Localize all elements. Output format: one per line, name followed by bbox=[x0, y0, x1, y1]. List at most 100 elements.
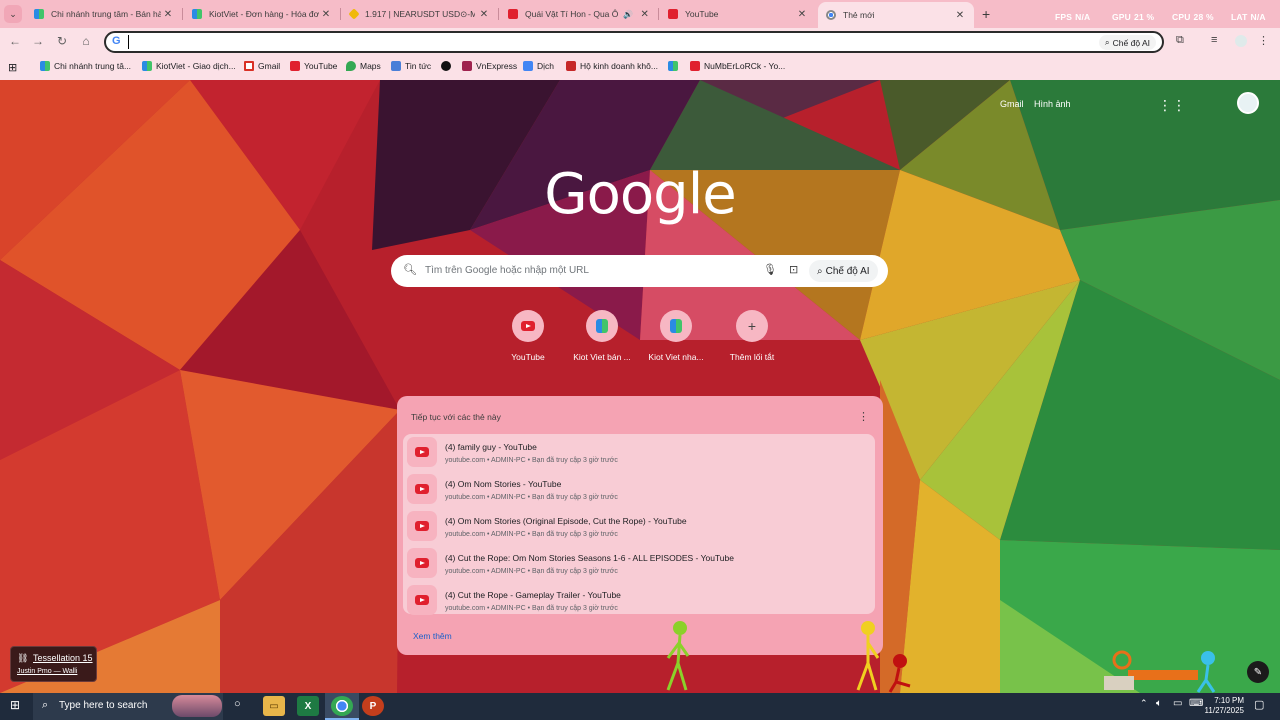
system-clock[interactable]: 7:10 PM 11/27/2025 bbox=[1205, 696, 1244, 716]
notification-icon[interactable]: ▢ bbox=[1254, 698, 1264, 711]
tab-youtube[interactable]: YouTube ✕ bbox=[660, 3, 816, 25]
youtube-icon bbox=[508, 9, 518, 19]
bookmark-vnexpress[interactable]: VnExpress bbox=[462, 61, 517, 71]
home-icon[interactable]: ⌂ bbox=[79, 34, 93, 48]
bookmark-gmail[interactable]: Gmail bbox=[244, 61, 280, 71]
item-title: (4) Om Nom Stories (Original Episode, Cu… bbox=[445, 516, 687, 526]
network-icon[interactable]: ▭ bbox=[1173, 698, 1182, 709]
windows-start-icon[interactable]: ⊞ bbox=[10, 698, 20, 712]
extensions-puzzle-icon[interactable]: ⧉ bbox=[1176, 34, 1184, 47]
forward-arrow-icon[interactable]: → bbox=[31, 34, 45, 48]
youtube-icon bbox=[407, 585, 437, 615]
bookmark-numberlorck[interactable]: NuMbErLoRCk - Yo... bbox=[690, 61, 785, 71]
bookmark-github[interactable] bbox=[441, 61, 451, 71]
bookmark-kiotviet-giao-dich[interactable]: KiotViet - Giao dịch... bbox=[142, 61, 236, 71]
stick-figure-green bbox=[666, 621, 690, 691]
ai-mode-button[interactable]: ⌕ Chế độ AI bbox=[809, 260, 878, 282]
now-playing-wallpaper-card[interactable]: ⛓︎ Tessellation 15 Justin Pmo — Walli bbox=[10, 646, 97, 682]
kebab-menu-icon[interactable]: ⋮ bbox=[858, 410, 869, 423]
gmail-link[interactable]: Gmail bbox=[1000, 99, 1024, 109]
new-tab-button[interactable]: + bbox=[982, 6, 990, 22]
clock-time: 7:10 PM bbox=[1214, 696, 1244, 705]
bookmark-maps[interactable]: Maps bbox=[346, 61, 381, 71]
taskbar-search-placeholder: Type here to search bbox=[59, 700, 148, 711]
see-more-link[interactable]: Xem thêm bbox=[413, 631, 452, 641]
shortcut-label: Kiot Viet nha... bbox=[648, 352, 704, 362]
youtube-icon bbox=[512, 310, 544, 342]
apps-grid-icon[interactable]: ⊞ bbox=[8, 61, 17, 74]
plus-icon: + bbox=[982, 6, 991, 22]
images-link[interactable]: Hình ảnh bbox=[1034, 99, 1071, 109]
wallpaper-title[interactable]: Tessellation 15 bbox=[33, 653, 93, 663]
tab-kiotviet-branch[interactable]: Chi nhánh trung tâm - Bán hàng ✕ bbox=[26, 3, 182, 25]
list-item[interactable]: (4) family guy - YouTube youtube.com • A… bbox=[403, 434, 875, 470]
bookmark-chi-nhanh[interactable]: Chi nhánh trung tâ... bbox=[40, 61, 131, 71]
back-arrow-icon[interactable]: ← bbox=[8, 34, 22, 48]
shortcut-add[interactable]: + Thêm lối tắt bbox=[712, 310, 792, 362]
cpu-readout: CPU 28 % bbox=[1172, 12, 1214, 22]
chrome-icon[interactable] bbox=[331, 696, 353, 716]
microphone-icon[interactable]: 🎙︎ bbox=[763, 263, 777, 276]
shortcut-youtube[interactable]: YouTube bbox=[488, 310, 568, 362]
account-avatar[interactable] bbox=[1237, 92, 1259, 114]
list-item[interactable]: (4) Om Nom Stories - YouTube youtube.com… bbox=[403, 471, 875, 507]
shortcut-kiotviet-ban[interactable]: Kiot Viet bán ... bbox=[562, 310, 642, 362]
list-item[interactable]: (4) Cut the Rope: Om Nom Stories Seasons… bbox=[403, 545, 875, 581]
close-icon[interactable]: ✕ bbox=[954, 10, 966, 21]
search-placeholder[interactable]: Tìm trên Google hoặc nhập một URL bbox=[425, 265, 589, 276]
clock-date: 11/27/2025 bbox=[1204, 706, 1244, 715]
item-title: (4) family guy - YouTube bbox=[445, 442, 537, 452]
youtube-icon bbox=[407, 474, 437, 504]
bookmark-ho-kinh-doanh[interactable]: Hộ kinh doanh khô... bbox=[566, 61, 658, 71]
volume-icon[interactable]: 🔈︎ bbox=[1156, 698, 1162, 709]
wallpaper-artist[interactable]: Justin Pmo — Walli bbox=[17, 668, 77, 675]
customize-pencil-icon[interactable]: ✎ bbox=[1247, 661, 1269, 683]
youtube-icon bbox=[407, 548, 437, 578]
chevron-up-icon[interactable]: ⌃ bbox=[1140, 698, 1148, 709]
search-box[interactable]: 🔍︎ Tìm trên Google hoặc nhập một URL 🎙︎ … bbox=[391, 255, 888, 287]
vnexpress-icon bbox=[462, 61, 472, 71]
file-explorer-icon[interactable]: ▭ bbox=[263, 696, 285, 716]
bookmark-kiotviet[interactable] bbox=[668, 61, 678, 71]
kiotviet-icon bbox=[40, 61, 50, 71]
tab-binance-nearusdt[interactable]: 1.917 | NEARUSDT USD⊙-Marg ✕ bbox=[342, 3, 498, 25]
document-icon bbox=[566, 61, 576, 71]
close-icon[interactable]: ✕ bbox=[162, 9, 174, 20]
close-icon[interactable]: ✕ bbox=[796, 9, 808, 20]
search-highlight-image[interactable] bbox=[172, 695, 222, 717]
shortcut-label: Thêm lối tắt bbox=[729, 352, 775, 362]
kiotviet-icon bbox=[660, 310, 692, 342]
language-icon[interactable]: ⌨ bbox=[1189, 698, 1203, 709]
google-apps-icon[interactable]: ⋮⋮ bbox=[1158, 97, 1186, 114]
address-input[interactable] bbox=[128, 35, 1028, 49]
media-controls-icon[interactable]: ≡ bbox=[1211, 34, 1217, 46]
reload-icon[interactable]: ↻ bbox=[55, 34, 69, 48]
kebab-menu-icon[interactable]: ⋮ bbox=[1258, 34, 1269, 47]
list-item[interactable]: (4) Om Nom Stories (Original Episode, Cu… bbox=[403, 508, 875, 544]
close-icon[interactable]: ✕ bbox=[478, 9, 490, 20]
lens-camera-icon[interactable]: ⊡ bbox=[789, 263, 798, 276]
speaker-icon[interactable]: 🔊 bbox=[623, 10, 633, 19]
tab-search-menu-button[interactable]: ⌄ bbox=[4, 5, 22, 23]
bookmark-dich[interactable]: Dịch bbox=[523, 61, 554, 71]
close-icon[interactable]: ✕ bbox=[320, 9, 332, 20]
address-bar[interactable]: G ⌕ Chế độ AI bbox=[104, 31, 1164, 53]
excel-icon[interactable]: X bbox=[297, 696, 319, 716]
powerpoint-icon[interactable]: P bbox=[362, 696, 384, 716]
tab-new-tab[interactable]: Thẻ mới ✕ bbox=[818, 2, 974, 28]
shortcut-kiotviet-nha[interactable]: Kiot Viet nha... bbox=[636, 310, 716, 362]
tab-quai-vat-ti-hon[interactable]: Quái Vật Tí Hon - Qua Ô Cửa 🔊 ✕ bbox=[500, 3, 658, 25]
list-item[interactable]: (4) Cut the Rope - Gameplay Trailer - Yo… bbox=[403, 582, 875, 618]
gmail-icon bbox=[244, 61, 254, 71]
item-title: (4) Cut the Rope - Gameplay Trailer - Yo… bbox=[445, 590, 621, 600]
profile-avatar[interactable] bbox=[1235, 35, 1247, 47]
task-view-icon[interactable]: ○ bbox=[234, 698, 241, 710]
tab-strip: ⌄ Chi nhánh trung tâm - Bán hàng ✕ KiotV… bbox=[0, 0, 1280, 28]
bookmark-tin-tuc[interactable]: Tin tức bbox=[391, 61, 431, 71]
ai-mode-button[interactable]: ⌕ Chế độ AI bbox=[1098, 35, 1156, 50]
kiotviet-icon bbox=[586, 310, 618, 342]
github-icon bbox=[441, 61, 451, 71]
bookmark-youtube[interactable]: YouTube bbox=[290, 61, 337, 71]
close-icon[interactable]: ✕ bbox=[639, 9, 650, 20]
tab-kiotviet-orders[interactable]: KiotViet - Đơn hàng - Hóa đơn ✕ bbox=[184, 3, 340, 25]
